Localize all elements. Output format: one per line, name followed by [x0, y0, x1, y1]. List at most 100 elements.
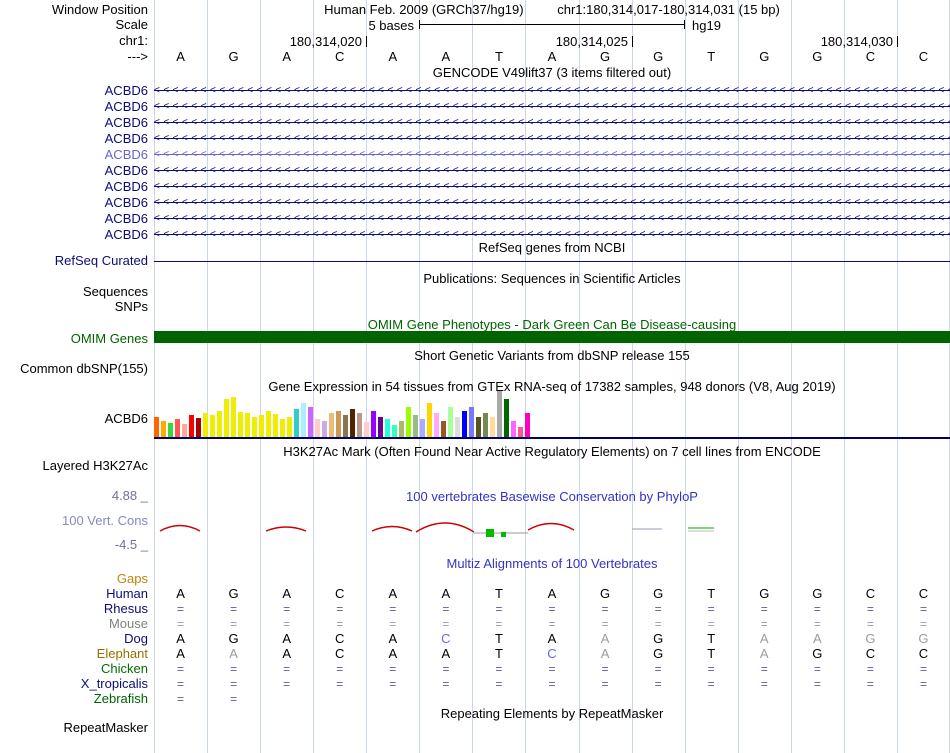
species-label-human[interactable]: Human [0, 587, 148, 601]
gencode-gene-label[interactable]: ACBD6 [0, 196, 148, 210]
conservation-wiggle[interactable] [154, 504, 950, 552]
gtex-tissue-bar [252, 417, 257, 437]
refseq-gene-line[interactable] [154, 261, 950, 262]
strand-arrows: <<<<<<<<<<<<<<<<<<<<<<<<<<<<<<<<<<<<<<<<… [154, 213, 950, 224]
assembly-text: Human Feb. 2009 (GRCh37/hg19) [324, 2, 524, 17]
alignment-cell: = [495, 677, 503, 691]
alignment-cell: A [441, 586, 451, 601]
conservation-peak [159, 524, 201, 532]
snps-label[interactable]: SNPs [0, 300, 148, 314]
gtex-tissue-bar [154, 417, 159, 437]
alignment-cell: A [282, 631, 291, 646]
reference-base: C [335, 49, 345, 64]
gtex-tissue-bar [392, 425, 397, 437]
gencode-transcript[interactable]: <<<<<<<<<<<<<<<<<<<<<<<<<<<<<<<<<<<<<<<<… [154, 212, 950, 225]
alignment-cell: T [707, 586, 716, 601]
alignment-cell: = [866, 662, 874, 676]
alignment-cell: = [601, 602, 609, 616]
gencode-transcript[interactable]: <<<<<<<<<<<<<<<<<<<<<<<<<<<<<<<<<<<<<<<<… [154, 132, 950, 145]
alignment-cell: C [918, 646, 929, 661]
reference-base: A [441, 49, 451, 64]
repeatmasker-label[interactable]: RepeatMasker [0, 721, 148, 735]
gtex-tissue-bar [182, 424, 187, 437]
species-label-dog[interactable]: Dog [0, 632, 148, 646]
gtex-tissue-bar [455, 417, 460, 437]
gencode-gene-label[interactable]: ACBD6 [0, 132, 148, 146]
alignment-cell [313, 692, 366, 706]
omim-genes-label[interactable]: OMIM Genes [0, 332, 148, 346]
dbsnp-label[interactable]: Common dbSNP(155) [0, 362, 148, 376]
alignment-cell: = [442, 662, 450, 676]
gencode-transcript[interactable]: <<<<<<<<<<<<<<<<<<<<<<<<<<<<<<<<<<<<<<<<… [154, 148, 950, 161]
species-label-zebrafish[interactable]: Zebrafish [0, 692, 148, 706]
gtex-tissue-bar [364, 422, 369, 437]
species-label-gaps[interactable]: Gaps [0, 572, 148, 586]
gtex-tissue-bar [231, 397, 236, 437]
strand-arrows: <<<<<<<<<<<<<<<<<<<<<<<<<<<<<<<<<<<<<<<<… [154, 85, 950, 96]
alignment-cell: A [759, 646, 769, 661]
gtex-tissue-bar [329, 413, 334, 437]
gencode-gene-label[interactable]: ACBD6 [0, 228, 148, 242]
alignment-cell: G [653, 631, 664, 646]
alignment-row-human: AGACAATAGGTGGCC [154, 587, 950, 601]
alignment-row-zebrafish: = = [154, 692, 950, 706]
gtex-tissue-bar [406, 407, 411, 437]
alignment-cell: A [388, 631, 398, 646]
gtex-tissue-bar [476, 417, 481, 437]
alignment-cell: = [389, 662, 397, 676]
species-label-mouse[interactable]: Mouse [0, 617, 148, 631]
alignment-cell: = [707, 677, 715, 691]
gencode-transcript[interactable]: <<<<<<<<<<<<<<<<<<<<<<<<<<<<<<<<<<<<<<<<… [154, 196, 950, 209]
phylop-min-label: -4.5 _ [114, 537, 148, 552]
ruler-position-tick [632, 36, 633, 47]
species-label-elephant[interactable]: Elephant [0, 647, 148, 661]
species-label-rhesus[interactable]: Rhesus [0, 602, 148, 616]
phylop-track-label[interactable]: 100 Vert. Cons [0, 514, 148, 528]
gencode-transcript[interactable]: <<<<<<<<<<<<<<<<<<<<<<<<<<<<<<<<<<<<<<<<… [154, 100, 950, 113]
strand-arrows: <<<<<<<<<<<<<<<<<<<<<<<<<<<<<<<<<<<<<<<<… [154, 117, 950, 128]
gtex-tissue-bar [189, 415, 194, 437]
alignment-cell: = [283, 677, 291, 691]
alignment-cell: = [283, 602, 291, 616]
refseq-curated-label[interactable]: RefSeq Curated [0, 254, 148, 268]
gencode-gene-label[interactable]: ACBD6 [0, 100, 148, 114]
gencode-gene-label[interactable]: ACBD6 [0, 180, 148, 194]
gtex-tissue-bar [420, 419, 425, 437]
gtex-tissue-bar [217, 411, 222, 437]
reference-base: C [865, 49, 876, 64]
reference-base: A [547, 49, 557, 64]
gtex-tissue-bar [525, 413, 530, 437]
gencode-gene-label[interactable]: ACBD6 [0, 116, 148, 130]
alignment-cell: = [283, 617, 291, 631]
alignment-cell: = [442, 677, 450, 691]
repeatmasker-title: Repeating Elements by RepeatMasker [440, 706, 664, 721]
conservation-block [486, 529, 494, 537]
gencode-transcript[interactable]: <<<<<<<<<<<<<<<<<<<<<<<<<<<<<<<<<<<<<<<<… [154, 180, 950, 193]
gtex-tissue-bar [161, 421, 166, 437]
gencode-gene-label[interactable]: ACBD6 [0, 84, 148, 98]
gencode-gene-label[interactable]: ACBD6 [0, 148, 148, 162]
gtex-tissue-bar [504, 399, 509, 437]
alignment-cell: = [495, 602, 503, 616]
gencode-gene-label[interactable]: ACBD6 [0, 164, 148, 178]
gencode-transcript[interactable]: <<<<<<<<<<<<<<<<<<<<<<<<<<<<<<<<<<<<<<<<… [154, 116, 950, 129]
h3k27ac-label[interactable]: Layered H3K27Ac [0, 459, 148, 473]
alignment-cell: = [548, 617, 556, 631]
alignment-cell: = [177, 677, 185, 691]
species-label-chicken[interactable]: Chicken [0, 662, 148, 676]
sequences-label[interactable]: Sequences [0, 285, 148, 299]
gencode-transcript[interactable]: <<<<<<<<<<<<<<<<<<<<<<<<<<<<<<<<<<<<<<<<… [154, 164, 950, 177]
alignment-cell: = [230, 677, 238, 691]
alignment-cell: = [283, 662, 291, 676]
omim-gene-bar[interactable] [154, 331, 950, 343]
gencode-transcript[interactable]: <<<<<<<<<<<<<<<<<<<<<<<<<<<<<<<<<<<<<<<<… [154, 84, 950, 97]
gtex-barchart[interactable] [154, 391, 532, 437]
alignment-row-mouse: = = = = = = = = = = = = = = = [154, 617, 950, 631]
gtex-tissue-bar [301, 403, 306, 437]
species-label-x_tropicalis[interactable]: X_tropicalis [0, 677, 148, 691]
gencode-gene-label[interactable]: ACBD6 [0, 212, 148, 226]
gtex-gene-label[interactable]: ACBD6 [0, 412, 148, 426]
alignment-cell: A [759, 631, 769, 646]
alignment-cell: T [707, 646, 716, 661]
alignment-cell: A [176, 646, 185, 661]
